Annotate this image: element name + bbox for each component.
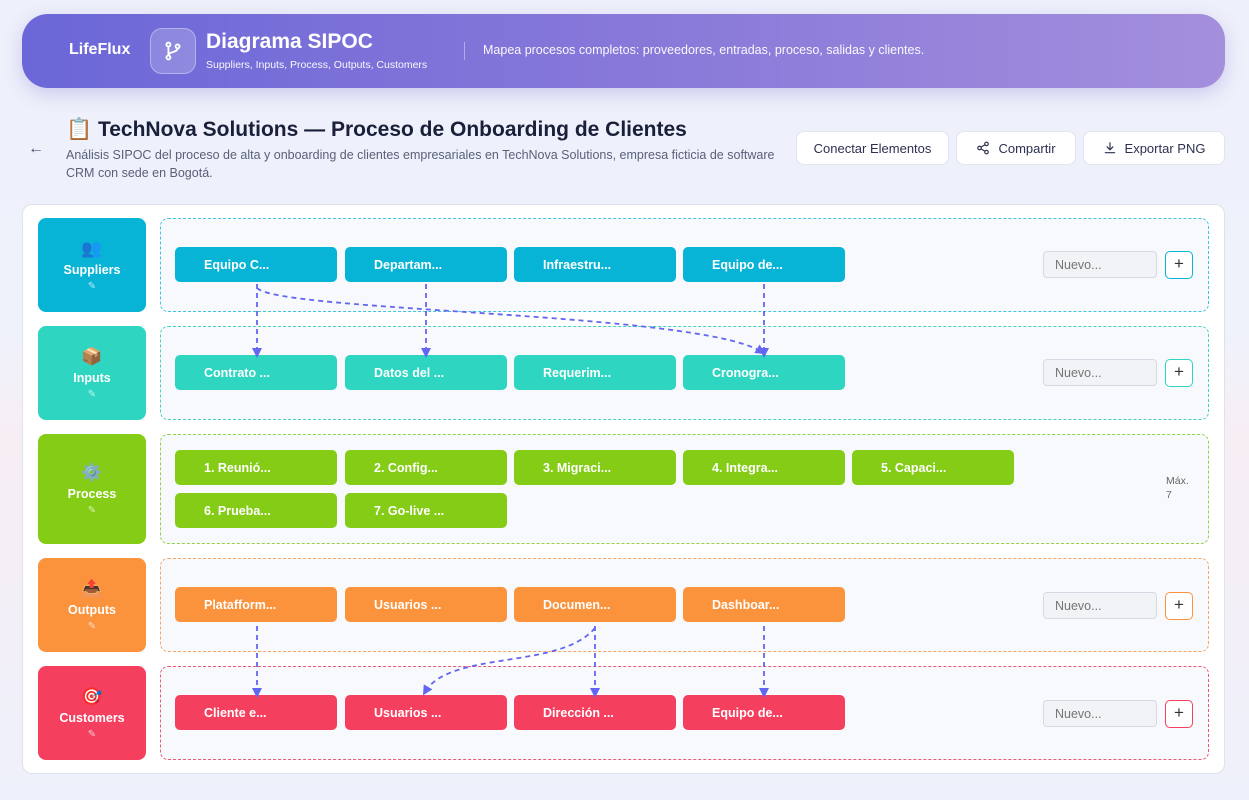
app-header: LifeFlux Diagrama SIPOC Suppliers, Input…: [22, 14, 1225, 88]
suppliers-item[interactable]: Departam...: [345, 247, 507, 282]
pencil-icon[interactable]: ✎: [88, 729, 96, 740]
back-arrow-icon[interactable]: ←: [28, 140, 44, 158]
outputs-item[interactable]: Usuarios ...: [345, 587, 507, 622]
lane-label-process[interactable]: ⚙️ Process ✎: [38, 434, 146, 544]
lane-label-outputs[interactable]: 📤 Outputs ✎: [38, 558, 146, 652]
lane-label-suppliers[interactable]: 👥 Suppliers ✎: [38, 218, 146, 312]
download-icon: [1104, 142, 1115, 154]
customers-item[interactable]: Equipo de...: [683, 695, 845, 730]
add-input-button[interactable]: +: [1165, 359, 1193, 387]
share-icon: [977, 141, 990, 155]
package-icon: 📦: [81, 346, 103, 366]
export-label: Exportar PNG: [1124, 140, 1206, 156]
new-supplier-input[interactable]: [1043, 251, 1157, 278]
pencil-icon[interactable]: ✎: [88, 281, 96, 292]
process-item[interactable]: 4. Integra...: [683, 450, 845, 485]
inputs-item[interactable]: Requerim...: [514, 355, 676, 390]
process-item[interactable]: 3. Migraci...: [514, 450, 676, 485]
gear-icon: ⚙️: [81, 462, 103, 482]
new-input-input[interactable]: [1043, 359, 1157, 386]
brand-name[interactable]: LifeFlux: [69, 41, 130, 59]
outputs-item[interactable]: Dashboar...: [683, 587, 845, 622]
lane-name: Suppliers: [63, 262, 121, 277]
add-output-button[interactable]: +: [1165, 592, 1193, 620]
page-title: 📋 TechNova Solutions — Proceso de Onboar…: [66, 118, 687, 141]
tagline: Mapea procesos completos: proveedores, e…: [483, 43, 925, 57]
page-description: Análisis SIPOC del proceso de alta y onb…: [66, 148, 775, 180]
lane-label-inputs[interactable]: 📦 Inputs ✎: [38, 326, 146, 420]
pencil-icon[interactable]: ✎: [88, 389, 96, 400]
lane-label-customers[interactable]: 🎯 Customers ✎: [38, 666, 146, 760]
add-supplier-button[interactable]: +: [1165, 251, 1193, 279]
inputs-item[interactable]: Contrato ...: [175, 355, 337, 390]
customers-item[interactable]: Cliente e...: [175, 695, 337, 730]
max-items-note: Máx. 7: [1166, 475, 1189, 501]
connect-elements-button[interactable]: Conectar Elementos: [796, 131, 949, 165]
divider: [464, 42, 465, 60]
app-subtitle: Suppliers, Inputs, Process, Outputs, Cus…: [206, 59, 428, 71]
process-item[interactable]: 5. Capaci...: [852, 450, 1014, 485]
process-item[interactable]: 7. Go-live ...: [345, 493, 507, 528]
people-icon: 👥: [81, 238, 103, 258]
new-output-input[interactable]: [1043, 592, 1157, 619]
share-button[interactable]: Compartir: [956, 131, 1076, 165]
lane-name: Inputs: [73, 370, 111, 385]
add-customer-button[interactable]: +: [1165, 700, 1193, 728]
target-icon: 🎯: [81, 686, 103, 706]
pencil-icon[interactable]: ✎: [88, 505, 96, 516]
customers-item[interactable]: Dirección ...: [514, 695, 676, 730]
process-item[interactable]: 6. Prueba...: [175, 493, 337, 528]
export-png-button[interactable]: Exportar PNG: [1083, 131, 1225, 165]
outputs-item[interactable]: Documen...: [514, 587, 676, 622]
connect-label: Conectar Elementos: [813, 140, 932, 156]
outputs-item[interactable]: Platafform...: [175, 587, 337, 622]
branch-icon: [150, 28, 196, 74]
inputs-item[interactable]: Datos del ...: [345, 355, 507, 390]
suppliers-item[interactable]: Infraestru...: [514, 247, 676, 282]
app-title: Diagrama SIPOC: [206, 30, 373, 53]
pencil-icon[interactable]: ✎: [88, 621, 96, 632]
process-item[interactable]: 1. Reunió...: [175, 450, 337, 485]
new-customer-input[interactable]: [1043, 700, 1157, 727]
share-label: Compartir: [998, 140, 1056, 156]
process-item[interactable]: 2. Config...: [345, 450, 507, 485]
lane-name: Customers: [59, 710, 125, 725]
lane-name: Outputs: [68, 602, 116, 617]
suppliers-item[interactable]: Equipo C...: [175, 247, 337, 282]
lane-name: Process: [67, 486, 117, 501]
suppliers-item[interactable]: Equipo de...: [683, 247, 845, 282]
outbox-icon: 📤: [81, 578, 103, 598]
customers-item[interactable]: Usuarios ...: [345, 695, 507, 730]
inputs-item[interactable]: Cronogra...: [683, 355, 845, 390]
